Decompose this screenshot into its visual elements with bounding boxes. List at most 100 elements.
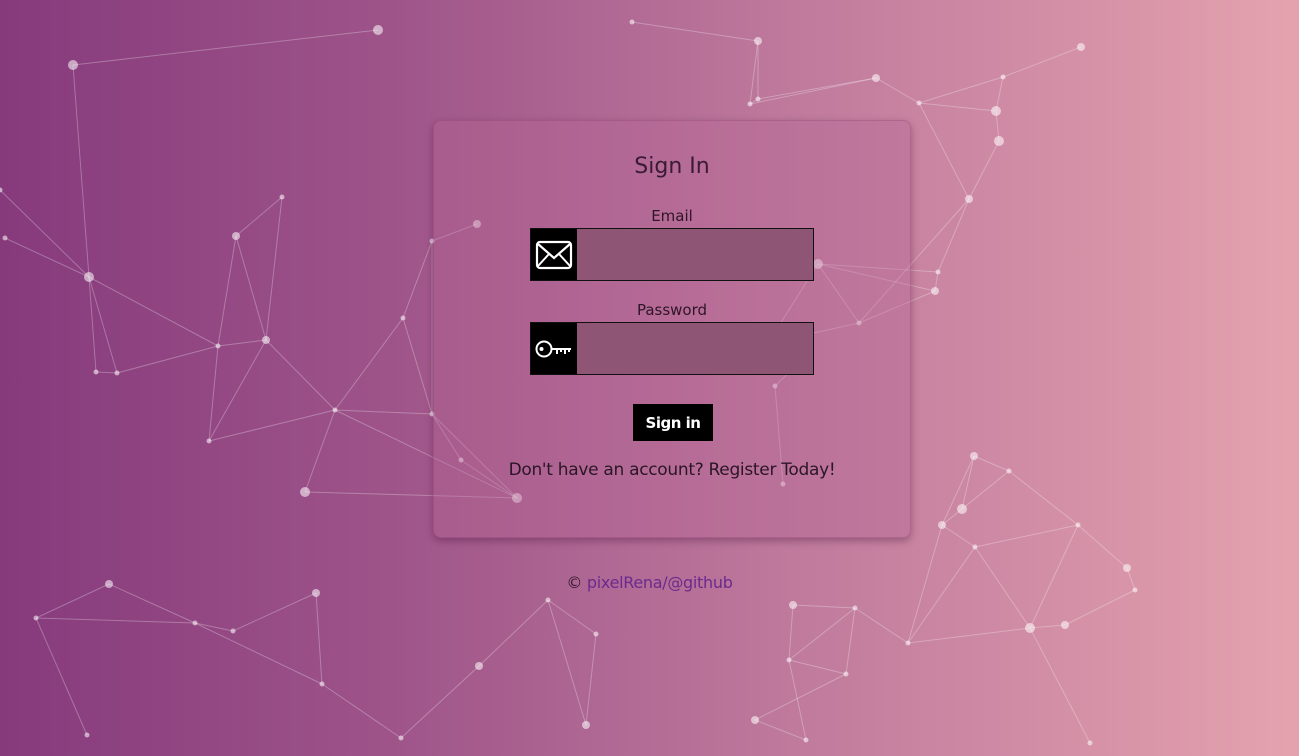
network-line — [402, 240, 433, 319]
network-line — [265, 339, 336, 411]
network-line — [232, 592, 317, 632]
network-line — [35, 617, 88, 736]
network-line — [208, 409, 336, 442]
network-node — [938, 521, 946, 529]
network-node — [2, 235, 8, 241]
network-line — [1008, 470, 1079, 526]
email-input[interactable] — [577, 229, 813, 280]
network-node — [852, 605, 858, 611]
network-line — [974, 524, 1079, 548]
network-node — [935, 269, 941, 275]
network-node — [629, 19, 635, 25]
network-line — [194, 622, 234, 632]
network-node — [475, 662, 483, 670]
network-line — [585, 633, 597, 726]
network-line — [88, 276, 118, 374]
network-line — [0, 189, 90, 278]
network-node — [755, 96, 761, 102]
network-line — [217, 339, 267, 347]
network-line — [235, 235, 267, 341]
network-line — [845, 607, 856, 675]
network-line — [1029, 624, 1066, 629]
network-line — [72, 64, 90, 278]
network-node — [1000, 74, 1006, 80]
network-line — [941, 455, 975, 526]
network-line — [217, 235, 237, 347]
network-line — [788, 607, 856, 661]
network-line — [918, 76, 1004, 104]
network-line — [792, 604, 856, 609]
network-node — [1075, 522, 1081, 528]
network-line — [35, 617, 196, 624]
network-line — [4, 237, 90, 278]
network-line — [400, 665, 480, 739]
network-node — [931, 287, 939, 295]
network-node — [786, 657, 792, 663]
network-node — [545, 597, 551, 603]
network-line — [973, 455, 1010, 472]
network-node — [192, 620, 198, 626]
network-node — [582, 721, 590, 729]
network-line — [334, 317, 404, 411]
network-line — [478, 599, 549, 667]
network-line — [1077, 524, 1128, 569]
network-line — [875, 77, 920, 104]
network-node — [84, 732, 90, 738]
network-node — [747, 101, 753, 107]
network-line — [88, 276, 97, 373]
network-node — [1006, 468, 1012, 474]
network-line — [749, 77, 877, 105]
copyright-symbol: © — [566, 573, 583, 592]
network-node — [332, 407, 338, 413]
network-line — [907, 546, 976, 644]
network-line — [854, 607, 909, 644]
email-input-group — [530, 228, 814, 281]
password-label: Password — [636, 301, 708, 319]
network-line — [315, 592, 323, 685]
network-line — [402, 317, 433, 415]
network-line — [918, 102, 997, 112]
sign-in-button[interactable]: Sign in — [633, 404, 713, 441]
network-line — [941, 524, 976, 548]
network-node — [1087, 740, 1093, 746]
network-line — [937, 198, 970, 273]
network-line — [95, 371, 118, 374]
network-node — [593, 631, 599, 637]
network-line — [334, 409, 433, 415]
network-node — [751, 716, 759, 724]
network-line — [1029, 627, 1091, 744]
email-label: Email — [651, 207, 693, 225]
network-node — [398, 735, 404, 741]
network-node — [957, 504, 967, 514]
network-node — [991, 106, 1001, 116]
network-node — [916, 100, 922, 106]
network-line — [918, 102, 970, 200]
network-line — [1064, 589, 1136, 626]
network-line — [968, 140, 1000, 200]
network-node — [84, 272, 94, 282]
network-node — [400, 315, 406, 321]
network-line — [1002, 46, 1082, 78]
network-line — [304, 409, 336, 493]
network-node — [1061, 621, 1069, 629]
network-node — [1123, 564, 1131, 572]
sign-in-card: Sign In Email Password Sign in Don't hav… — [433, 120, 911, 538]
sign-in-title: Sign In — [634, 154, 710, 179]
network-node — [965, 195, 973, 203]
network-node — [206, 438, 212, 444]
network-node — [754, 37, 762, 45]
network-node — [789, 601, 797, 609]
network-node — [970, 452, 978, 460]
password-input[interactable] — [577, 323, 813, 374]
network-node — [373, 25, 383, 35]
network-line — [235, 196, 283, 237]
key-icon — [531, 323, 577, 374]
network-line — [754, 719, 807, 741]
github-link[interactable]: pixelRena/@github — [587, 573, 733, 592]
network-node — [230, 628, 236, 634]
network-node — [279, 194, 285, 200]
network-node — [1025, 623, 1035, 633]
network-line — [788, 659, 847, 675]
network-line — [788, 659, 807, 741]
register-link[interactable]: Don't have an account? Register Today! — [434, 460, 910, 480]
